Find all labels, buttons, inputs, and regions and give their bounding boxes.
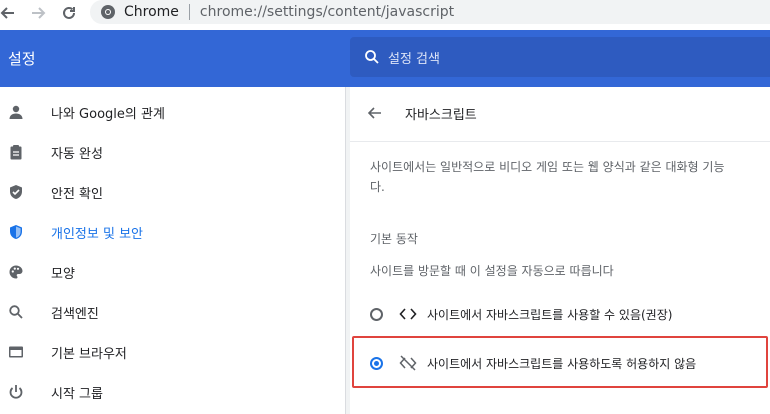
section-subtitle: 사이트를 방문할 때 이 설정을 자동으로 따릅니다 bbox=[370, 264, 614, 278]
palette-icon bbox=[7, 263, 25, 281]
person-icon bbox=[7, 103, 25, 121]
code-off-icon bbox=[399, 354, 417, 372]
sidebar-item-label: 나와 Google의 관계 bbox=[51, 106, 165, 122]
divider bbox=[350, 141, 770, 142]
power-icon bbox=[7, 383, 25, 401]
sidebar-item-startup[interactable]: 시작 그룹 bbox=[0, 374, 345, 410]
arrow-left-icon bbox=[0, 7, 14, 19]
subpage-header: 자바스크립트 bbox=[367, 101, 477, 125]
reload-icon bbox=[63, 6, 75, 19]
forward-button[interactable] bbox=[26, 2, 50, 24]
clipboard-icon bbox=[7, 143, 25, 161]
description-line: 사이트에서는 일반적으로 비디오 게임 또는 웹 양식과 같은 대화형 기능 bbox=[370, 160, 725, 174]
arrow-right-icon bbox=[32, 7, 46, 19]
option-label: 사이트에서 자바스크립트를 사용하도록 허용하지 않음 bbox=[427, 356, 697, 371]
sidebar-item-label: 자동 완성 bbox=[51, 146, 103, 162]
browser-toolbar: Chrome chrome://settings/content/javascr… bbox=[0, 0, 770, 30]
sidebar-item-label: 개인정보 및 보안 bbox=[51, 226, 143, 242]
arrow-left-icon[interactable] bbox=[367, 105, 383, 121]
option-label: 사이트에서 자바스크립트를 사용할 수 있음(권장) bbox=[427, 307, 673, 322]
sidebar-item-default-browser[interactable]: 기본 브라우저 bbox=[0, 334, 345, 370]
radio-option-block[interactable]: 사이트에서 자바스크립트를 사용하도록 허용하지 않음 bbox=[370, 351, 696, 375]
sidebar-item-label: 모양 bbox=[51, 266, 75, 282]
omnibox-divider bbox=[188, 4, 190, 20]
sidebar: 나와 Google의 관계 자동 완성 안전 확인 개인정보 및 보안 모양 검… bbox=[0, 87, 346, 414]
shield-check-icon bbox=[7, 183, 25, 201]
back-button[interactable] bbox=[0, 2, 20, 24]
sidebar-item-autofill[interactable]: 자동 완성 bbox=[0, 134, 345, 170]
url-text[interactable]: chrome://settings/content/javascript bbox=[200, 4, 454, 20]
radio-option-allow[interactable]: 사이트에서 자바스크립트를 사용할 수 있음(권장) bbox=[370, 302, 672, 326]
sidebar-item-label: 안전 확인 bbox=[51, 186, 103, 202]
description-line: 다. bbox=[370, 180, 385, 194]
browser-icon bbox=[7, 343, 25, 361]
site-label: Chrome bbox=[124, 4, 179, 20]
sidebar-item-privacy[interactable]: 개인정보 및 보안 bbox=[0, 214, 345, 250]
browser-window: Chrome chrome://settings/content/javascr… bbox=[0, 0, 770, 414]
search-input[interactable]: 설정 검색 bbox=[350, 37, 770, 77]
sidebar-item-search-engine[interactable]: 검색엔진 bbox=[0, 294, 345, 330]
search-icon bbox=[365, 50, 379, 64]
settings-header: 설정 설정 검색 bbox=[0, 30, 770, 87]
main-content: 자바스크립트 사이트에서는 일반적으로 비디오 게임 또는 웹 양식과 같은 대… bbox=[350, 87, 770, 414]
description: 사이트에서는 일반적으로 비디오 게임 또는 웹 양식과 같은 대화형 기능 다… bbox=[370, 157, 770, 197]
reload-button[interactable] bbox=[57, 2, 81, 24]
radio-button[interactable] bbox=[370, 307, 383, 321]
sidebar-item-safety-check[interactable]: 안전 확인 bbox=[0, 174, 345, 210]
section-title: 기본 동작 bbox=[370, 232, 418, 246]
search-placeholder: 설정 검색 bbox=[388, 51, 440, 67]
sidebar-item-label: 시작 그룹 bbox=[51, 386, 103, 402]
sidebar-item-label: 검색엔진 bbox=[51, 306, 99, 322]
address-bar[interactable]: Chrome chrome://settings/content/javascr… bbox=[90, 0, 770, 24]
search-icon bbox=[7, 303, 25, 321]
page-title: 설정 bbox=[8, 50, 36, 68]
radio-button-selected[interactable] bbox=[370, 356, 383, 370]
shield-icon bbox=[7, 223, 25, 241]
sidebar-item-google[interactable]: 나와 Google의 관계 bbox=[0, 94, 345, 130]
sidebar-item-appearance[interactable]: 모양 bbox=[0, 254, 345, 290]
code-icon bbox=[399, 305, 417, 323]
subpage-title: 자바스크립트 bbox=[405, 107, 477, 123]
chrome-logo-icon bbox=[101, 5, 115, 19]
sidebar-item-label: 기본 브라우저 bbox=[51, 346, 127, 362]
